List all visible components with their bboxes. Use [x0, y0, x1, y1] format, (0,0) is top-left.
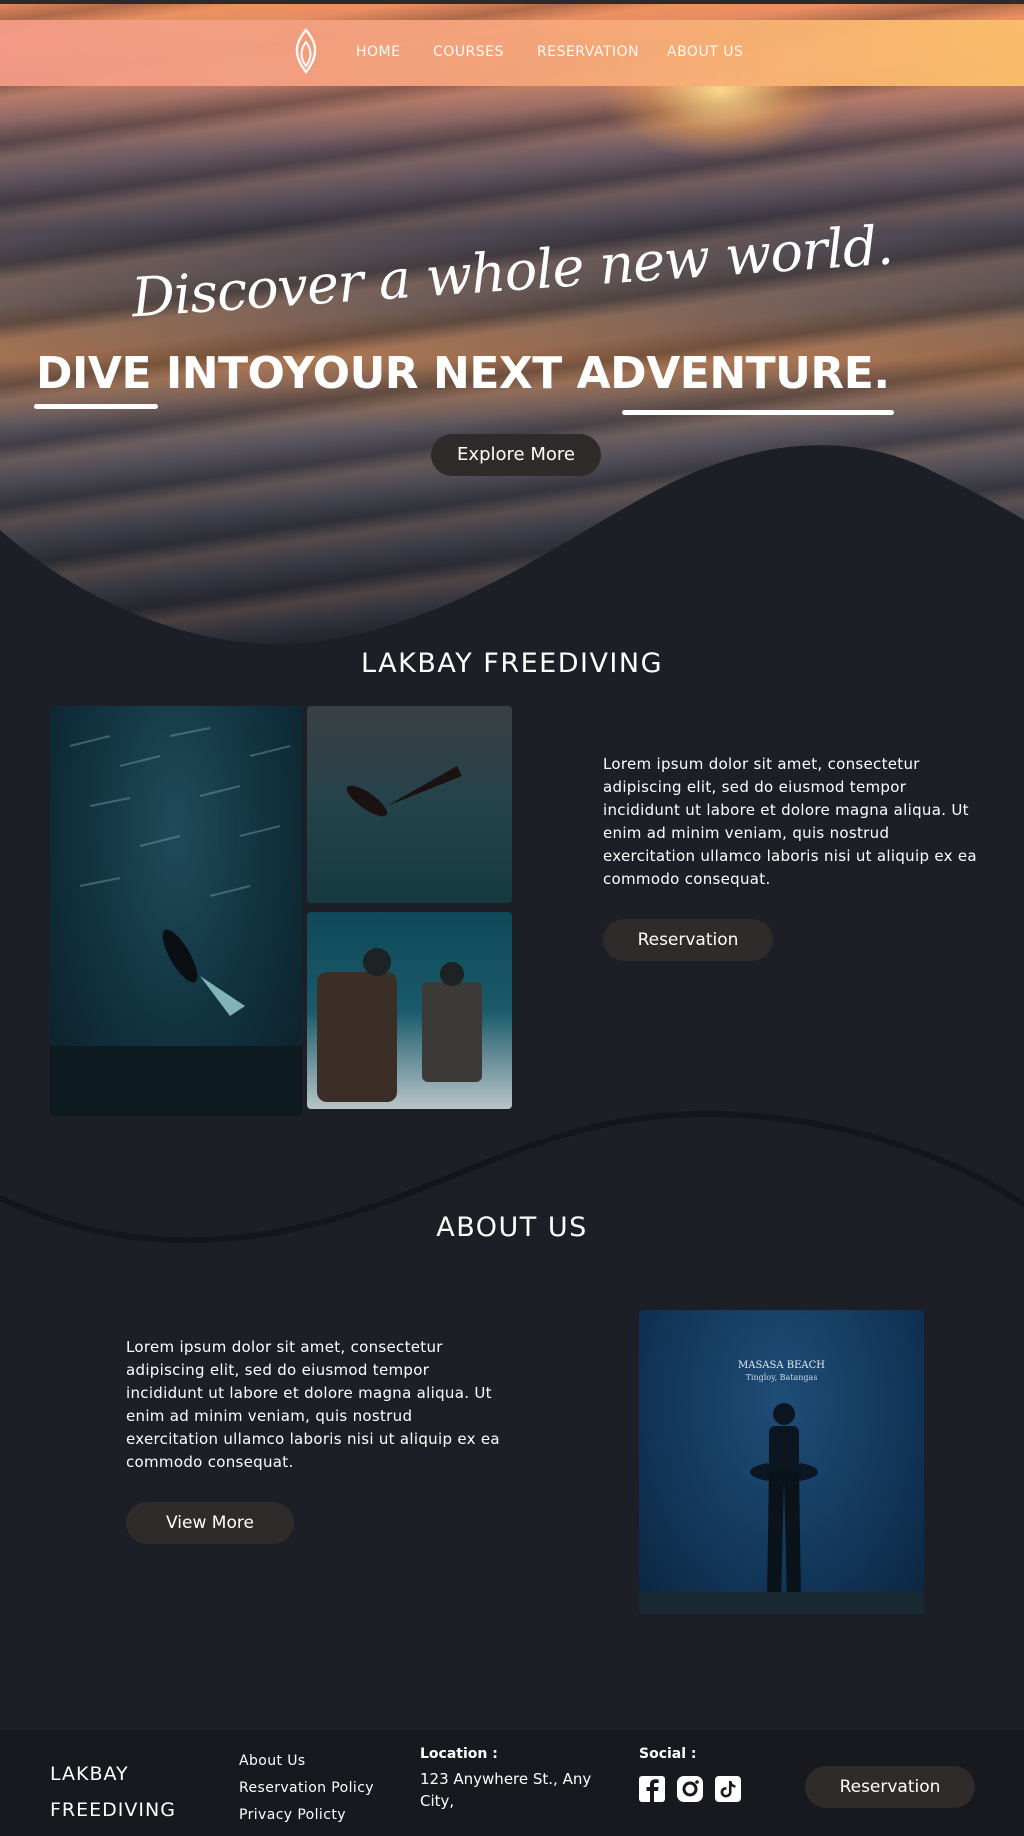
footer-location-title: Location :	[420, 1746, 498, 1762]
hero-main-title: DIVE INTOYOUR NEXT ADVENTURE.	[36, 348, 890, 399]
footer-social-title: Social :	[639, 1746, 697, 1762]
explore-more-button[interactable]: Explore More	[431, 434, 601, 476]
footer-reservation-button[interactable]: Reservation	[805, 1766, 975, 1808]
tiktok-icon[interactable]	[715, 1776, 741, 1802]
title-underline-left	[34, 404, 158, 409]
nav-home[interactable]: HOME	[356, 44, 400, 60]
instagram-icon[interactable]	[677, 1776, 703, 1802]
footer-brand-line2: FREEDIVING	[50, 1799, 176, 1821]
hero-section: HOME COURSES RESERVATION ABOUT US Discov…	[0, 0, 1024, 660]
hero-wave	[0, 445, 1024, 660]
footer-link-reservation-policy[interactable]: Reservation Policy	[239, 1775, 374, 1802]
photo-diver-with-fish-school	[50, 706, 302, 1116]
facebook-icon[interactable]	[639, 1776, 665, 1802]
footer-location-text: 123 Anywhere St., Any City,	[420, 1770, 592, 1810]
nav-courses[interactable]: COURSES	[433, 44, 504, 60]
view-more-button[interactable]: View More	[126, 1502, 294, 1544]
footer-brand[interactable]: LAKBAY FREEDIVING	[50, 1756, 176, 1828]
footer-brand-line1: LAKBAY	[50, 1763, 129, 1785]
footer-link-about-us[interactable]: About Us	[239, 1748, 374, 1775]
nav-about-us[interactable]: ABOUT US	[667, 44, 743, 60]
photo-diver-descending	[307, 706, 512, 903]
footer: LAKBAY FREEDIVING About Us Reservation P…	[0, 1730, 1024, 1836]
photo-caption-subtitle: Tingloy, Batangas	[745, 1373, 818, 1382]
lakbay-reservation-button[interactable]: Reservation	[603, 919, 773, 961]
top-navigation: HOME COURSES RESERVATION ABOUT US	[0, 20, 1024, 86]
lotus-logo-icon[interactable]	[290, 28, 322, 76]
lakbay-section-title: LAKBAY FREEDIVING	[360, 648, 664, 679]
photo-reef-statues	[307, 912, 512, 1109]
lakbay-paragraph: Lorem ipsum dolor sit amet, consectetur …	[603, 755, 977, 888]
title-underline-right	[622, 410, 894, 415]
footer-link-privacy-policy[interactable]: Privacy Policty	[239, 1802, 374, 1829]
footer-links: About Us Reservation Policy Privacy Poli…	[239, 1748, 374, 1829]
photo-meditating-diver: MASASA BEACH Tingloy, Batangas	[639, 1310, 924, 1614]
about-paragraph: Lorem ipsum dolor sit amet, consectetur …	[126, 1338, 500, 1471]
photo-caption-title: MASASA BEACH	[737, 1360, 826, 1371]
about-section-title: ABOUT US	[436, 1212, 588, 1243]
nav-reservation[interactable]: RESERVATION	[537, 44, 639, 60]
